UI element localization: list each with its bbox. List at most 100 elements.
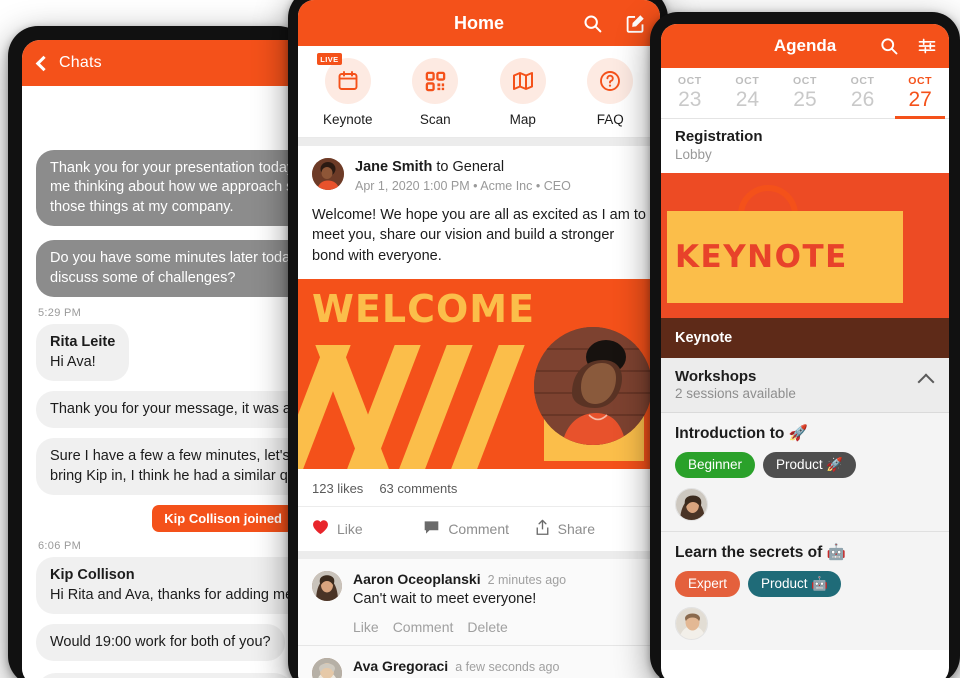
comment-delete-link[interactable]: Delete — [467, 619, 507, 635]
chat-bubble-text: Thank you for your message, it was a ple… — [50, 400, 308, 417]
date-month: OCT — [735, 75, 760, 87]
comment-item: Ava Gregoraci a few seconds ago — [298, 646, 660, 678]
session-title: Learn the secrets of 🤖 — [675, 544, 846, 561]
workshops-subtitle: 2 sessions available — [675, 386, 796, 401]
search-icon[interactable] — [582, 13, 603, 34]
chat-bubble-text: Hi Ava! — [50, 353, 96, 370]
agenda-item-location: Lobby — [675, 147, 712, 162]
right-phone-frame: Agenda OCT 23 OCT 24 OCT 25 OCT 26 OCT 2… — [650, 12, 960, 678]
chat-bubble-text: Thank you for your presentation today, i… — [50, 160, 308, 215]
quicknav-item-keynote[interactable]: LIVE Keynote — [304, 53, 392, 127]
chevron-left-icon[interactable] — [35, 55, 52, 71]
chat-bubble-outgoing: Thank you for your message, it was a ple… — [36, 390, 308, 429]
screenshot-canvas: Chats Thank you for your presentation to… — [0, 0, 960, 678]
chat-bubble-incoming: Do you have some minutes later today to … — [36, 240, 308, 298]
search-icon[interactable] — [879, 36, 899, 56]
date-tab-oct-23[interactable]: OCT 23 — [661, 68, 719, 118]
chat-bubble-incoming: Thank you for your presentation today, i… — [36, 150, 308, 227]
session-item-introduction[interactable]: Introduction to 🚀 Beginner Product 🚀 — [661, 413, 949, 531]
avatar[interactable] — [312, 158, 344, 190]
chat-bubble-outgoing: Kip Collison Hi Rita and Ava, thanks for… — [36, 557, 308, 615]
comment-body: Aaron Oceoplanski 2 minutes ago Can't wai… — [353, 571, 646, 607]
tag-expert[interactable]: Expert — [675, 571, 741, 597]
quicknav-item-map[interactable]: Map — [479, 58, 567, 127]
agenda-date-strip: OCT 23 OCT 24 OCT 25 OCT 26 OCT 27 — [661, 68, 949, 119]
comment-label: Comment — [448, 520, 509, 537]
avatar[interactable] — [675, 488, 708, 521]
like-button[interactable]: Like — [312, 519, 423, 539]
date-month: OCT — [850, 75, 875, 87]
comment-like-link[interactable]: Like — [353, 619, 379, 635]
likes-count[interactable]: 123 likes — [312, 481, 363, 496]
feed-divider — [298, 138, 660, 146]
quicknav-label: FAQ — [596, 112, 624, 127]
post-counts: 123 likes 63 comments — [298, 469, 660, 506]
join-notice-badge: Kip Collison joined — [152, 505, 294, 533]
agenda-navbar: Agenda — [661, 24, 949, 68]
avatar[interactable] — [312, 570, 342, 601]
date-month: OCT — [908, 75, 933, 87]
quicknav-label: Keynote — [322, 112, 373, 127]
filter-sliders-icon[interactable] — [917, 36, 937, 56]
chat-navbar-title[interactable]: Chats — [59, 54, 102, 72]
chat-bubble-sender: Rita Leite — [50, 334, 116, 351]
live-badge: LIVE — [316, 53, 343, 65]
share-icon — [535, 519, 550, 539]
tag-product[interactable]: Product 🚀 — [763, 452, 857, 478]
date-tab-oct-27[interactable]: OCT 27 — [891, 68, 949, 119]
join-notice-row: Kip Collison joined — [36, 505, 294, 533]
session-tags: Expert Product 🤖 — [675, 571, 935, 597]
qr-code-icon — [412, 58, 459, 104]
chat-bubble-text: Hi Rita and Ava, thanks for adding me in… — [50, 586, 308, 603]
chat-timestamp: 6:06 PM — [38, 540, 82, 553]
comment-time: 2 minutes ago — [487, 572, 567, 587]
comment-header: Aaron Oceoplanski 2 minutes ago — [353, 571, 646, 589]
home-navbar-title: Home — [453, 12, 504, 33]
chat-bubble-text: Would 19:00 work for both of you? — [50, 634, 271, 651]
tag-beginner[interactable]: Beginner — [675, 452, 756, 478]
comments-section: Aaron Oceoplanski 2 minutes ago Can't wai… — [298, 550, 660, 678]
date-tab-oct-25[interactable]: OCT 25 — [776, 68, 834, 118]
message-input[interactable]: Write a message... — [36, 673, 294, 678]
date-day: 23 — [678, 88, 702, 111]
workshops-section-header[interactable]: Workshops 2 sessions available — [661, 358, 949, 413]
chat-bubble-outgoing: Would 19:00 work for both of you? — [36, 624, 285, 662]
avatar[interactable] — [312, 657, 342, 678]
comment-icon — [423, 520, 440, 538]
comment-reply-link[interactable]: Comment — [393, 619, 454, 635]
chevron-up-icon[interactable] — [917, 373, 935, 391]
keynote-banner-image[interactable]: KEYNOTE — [661, 173, 949, 318]
tag-product[interactable]: Product 🤖 — [748, 571, 842, 597]
agenda-navbar-actions — [879, 24, 937, 68]
comment-author: Ava Gregoraci — [353, 657, 449, 674]
chat-top-spacer — [36, 96, 294, 150]
share-button[interactable]: Share — [535, 519, 646, 539]
post-action-bar: Like Comment Share — [298, 505, 660, 551]
share-label: Share — [557, 520, 595, 537]
quicknav-item-scan[interactable]: Scan — [392, 58, 480, 127]
avatar[interactable] — [675, 607, 708, 640]
post-meta: Apr 1, 2020 1:00 PM • Acme Inc • CEO — [355, 178, 571, 193]
agenda-item-registration[interactable]: Registration Lobby — [661, 119, 949, 173]
home-navbar: Home — [298, 0, 660, 46]
workshops-title: Workshops — [675, 368, 757, 385]
session-item-secrets[interactable]: Learn the secrets of 🤖 Expert Product 🤖 — [661, 532, 949, 650]
compose-icon[interactable] — [625, 13, 646, 34]
quicknav-label: Scan — [419, 112, 451, 127]
comments-count[interactable]: 63 comments — [379, 481, 457, 496]
workshops-header-text: Workshops 2 sessions available — [675, 368, 796, 401]
feed-post: Jane Smith to General Apr 1, 2020 1:00 P… — [298, 146, 660, 551]
keynote-caption: Keynote — [661, 318, 949, 358]
date-day: 27 — [908, 88, 932, 111]
date-tab-oct-26[interactable]: OCT 26 — [834, 68, 892, 118]
center-phone-screen: Home LIVE Keynote Scan Map FAQ Jane Smit… — [298, 0, 660, 678]
post-banner-image[interactable]: WELCOME — [298, 278, 660, 469]
comment-button[interactable]: Comment — [423, 519, 534, 539]
home-navbar-actions — [582, 0, 646, 46]
chat-message-list[interactable]: Thank you for your presentation today, i… — [22, 86, 308, 678]
date-tab-oct-24[interactable]: OCT 24 — [719, 68, 777, 118]
quicknav-item-faq[interactable]: FAQ — [567, 58, 655, 127]
banner-portrait — [534, 326, 652, 445]
post-header: Jane Smith to General Apr 1, 2020 1:00 P… — [298, 146, 660, 199]
chat-bubble-outgoing: Sure I have a few a few minutes, let's a… — [36, 438, 308, 496]
